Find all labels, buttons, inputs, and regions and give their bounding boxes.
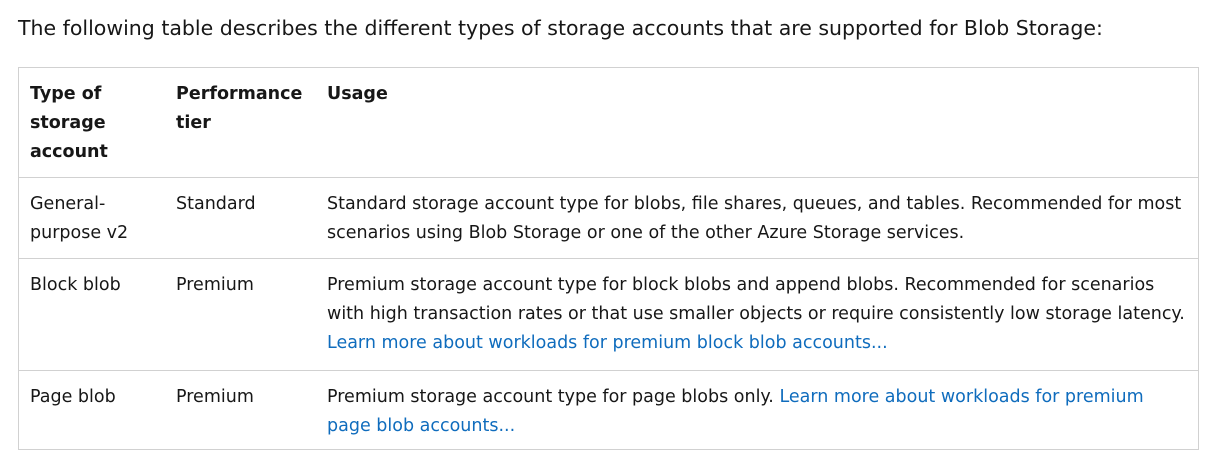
usage-text: Premium storage account type for page bl… xyxy=(327,387,774,407)
usage-text: Standard storage account type for blobs,… xyxy=(327,194,1182,243)
cell-usage: Premium storage account type for block b… xyxy=(316,258,1198,371)
storage-account-types-table: Type of storage account Performance tier… xyxy=(18,67,1199,450)
cell-tier: Premium xyxy=(165,258,316,371)
usage-text: Premium storage account type for block b… xyxy=(327,275,1185,324)
intro-paragraph: The following table describes the differ… xyxy=(18,16,1103,40)
table-row: Block blob Premium Premium storage accou… xyxy=(19,258,1198,371)
header-performance-tier: Performance tier xyxy=(165,68,316,178)
cell-usage: Premium storage account type for page bl… xyxy=(316,371,1198,450)
learn-more-block-blob-link[interactable]: Learn more about workloads for premium b… xyxy=(327,333,888,353)
header-type-of-storage-account: Type of storage account xyxy=(19,68,165,178)
header-usage: Usage xyxy=(316,68,1198,178)
cell-usage: Standard storage account type for blobs,… xyxy=(316,177,1198,259)
cell-type: Block blob xyxy=(19,258,165,371)
cell-type: General-purpose v2 xyxy=(19,177,165,259)
table-header-row: Type of storage account Performance tier… xyxy=(19,68,1198,178)
table-row: Page blob Premium Premium storage accoun… xyxy=(19,371,1198,450)
cell-type: Page blob xyxy=(30,387,116,407)
table-row: General-purpose v2 Standard Standard sto… xyxy=(19,177,1198,259)
cell-tier: Standard xyxy=(165,177,316,259)
cell-tier: Premium xyxy=(176,387,254,407)
